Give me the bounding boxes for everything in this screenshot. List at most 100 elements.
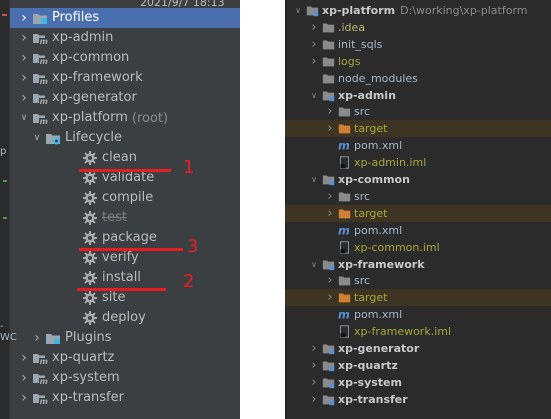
chevron-down-icon[interactable]: ∨ [309, 91, 319, 100]
project-tree-item-init-sqls[interactable]: › init_sqls [285, 36, 551, 53]
maven-tree-item-xp-transfer[interactable]: › m xp-transfer [10, 388, 240, 408]
chevron-right-icon[interactable]: › [18, 30, 30, 46]
chevron-down-icon[interactable]: ∨ [309, 175, 319, 184]
maven-tree-item-xp-generator[interactable]: › m xp-generator [10, 88, 240, 108]
indent: › [10, 50, 30, 66]
tree-item-label: target [354, 122, 388, 136]
module-folder-icon [322, 376, 335, 389]
gear-icon [82, 310, 98, 326]
project-tree-item-src[interactable]: › src [285, 188, 551, 205]
project-tree-item-xp-framework-iml[interactable]: xp-framework.iml [285, 323, 551, 340]
project-tree-item--idea[interactable]: › .idea [285, 19, 551, 36]
red-underline-annotation [79, 169, 171, 172]
chevron-down-icon[interactable]: ∨ [18, 113, 30, 123]
project-tree-item-node-modules[interactable]: node_modules [285, 70, 551, 87]
maven-tree-item-site[interactable]: site [10, 288, 240, 308]
project-tree-item-xp-transfer[interactable]: › xp-transfer [285, 391, 551, 408]
folder-icon [338, 105, 351, 118]
chevron-down-icon[interactable]: ∨ [31, 133, 43, 143]
maven-tree-item-package[interactable]: package [10, 228, 240, 248]
tree-item-label: xp-transfer [338, 392, 408, 406]
project-tree-item-xp-quartz[interactable]: › xp-quartz [285, 357, 551, 374]
change-marker [3, 180, 7, 182]
chevron-down-icon[interactable]: ∨ [309, 260, 319, 269]
chevron-right-icon[interactable]: › [18, 70, 30, 86]
project-tree-item-pom-xml[interactable]: m pom.xml [285, 306, 551, 323]
plugins-folder-icon [45, 330, 61, 346]
project-tree-item-xp-common-iml[interactable]: xp-common.iml [285, 239, 551, 256]
project-tree-item-xp-system[interactable]: › xp-system [285, 374, 551, 391]
svg-text:m: m [40, 377, 48, 386]
chevron-right-icon[interactable]: › [309, 375, 319, 390]
project-tree-item-target[interactable]: › target [285, 289, 551, 307]
chevron-right-icon[interactable]: › [325, 206, 335, 221]
folder-icon [322, 72, 335, 85]
chevron-right-icon[interactable]: › [325, 189, 335, 204]
project-tree-item-xp-framework[interactable]: ∨ xp-framework [285, 256, 551, 273]
maven-tree-item-xp-quartz[interactable]: › m xp-quartz [10, 348, 240, 368]
chevron-right-icon[interactable]: › [309, 37, 319, 52]
change-marker [3, 217, 7, 219]
editor-gutter: p -WC [0, 0, 17, 419]
project-tree-item-xp-admin[interactable]: ∨ xp-admin [285, 87, 551, 104]
project-tree-item-xp-common[interactable]: ∨ xp-common [285, 171, 551, 188]
maven-tree-item-xp-framework[interactable]: › m xp-framework [10, 68, 240, 88]
iml-file-icon [338, 156, 351, 169]
maven-tree-item-install[interactable]: install [10, 268, 240, 288]
maven-tree-item-deploy[interactable]: deploy [10, 308, 240, 328]
maven-tree-item-lifecycle[interactable]: ∨ Lifecycle [10, 128, 240, 148]
chevron-right-icon[interactable]: › [18, 10, 30, 26]
project-tree-item-logs[interactable]: › logs [285, 53, 551, 70]
chevron-right-icon[interactable]: › [309, 392, 319, 407]
indent: › [10, 30, 30, 46]
chevron-right-icon[interactable]: › [18, 390, 30, 406]
maven-tree-item-plugins[interactable]: › Plugins [10, 328, 240, 348]
maven-module-icon: m [32, 90, 48, 106]
maven-tree-item-xp-system[interactable]: › m xp-system [10, 368, 240, 388]
gear-icon [82, 290, 98, 306]
chevron-right-icon[interactable]: › [309, 341, 319, 356]
annotation-number: 1 [183, 157, 195, 178]
project-tree-item-src[interactable]: › src [285, 103, 551, 120]
chevron-right-icon[interactable]: › [18, 50, 30, 66]
maven-tree-item-compile[interactable]: compile [10, 188, 240, 208]
indent: › [10, 10, 30, 26]
chevron-right-icon[interactable]: › [18, 350, 30, 366]
maven-module-icon: m [32, 30, 48, 46]
project-tree-item-target[interactable]: › target [285, 204, 551, 222]
chevron-right-icon[interactable]: › [18, 370, 30, 386]
project-tree-item-pom-xml[interactable]: m pom.xml [285, 137, 551, 154]
chevron-right-icon[interactable]: › [309, 20, 319, 35]
chevron-right-icon[interactable]: › [31, 330, 43, 346]
project-tree-item-pom-xml[interactable]: m pom.xml [285, 222, 551, 239]
maven-tree-item-xp-admin[interactable]: › m xp-admin [10, 28, 240, 48]
chevron-right-icon[interactable]: › [309, 54, 319, 69]
maven-tree-item-xp-common[interactable]: › m xp-common [10, 48, 240, 68]
tree-item-label: target [354, 206, 388, 220]
project-tree-item-target[interactable]: › target [285, 120, 551, 138]
chevron-right-icon[interactable]: › [325, 273, 335, 288]
tree-item-label: package [102, 230, 157, 245]
project-tree-item-src[interactable]: › src [285, 272, 551, 289]
folder-icon [338, 190, 351, 203]
project-tree-item-xp-platform[interactable]: ∨ xp-platform D:\working\xp-platform [285, 2, 551, 19]
maven-tree-item-clean[interactable]: clean [10, 148, 240, 168]
chevron-right-icon[interactable]: › [325, 121, 335, 136]
maven-tree-item-test[interactable]: test [10, 208, 240, 228]
project-tree-item-xp-admin-iml[interactable]: xp-admin.iml [285, 154, 551, 171]
chevron-down-icon[interactable]: ∨ [293, 6, 303, 15]
tree-item-label: xp-platform [322, 4, 396, 17]
tree-item-label: pom.xml [354, 139, 403, 153]
indent: ∨ [10, 133, 43, 143]
maven-tree-item-profiles[interactable]: › Profiles [10, 8, 240, 28]
maven-tree-item-verify[interactable]: verify [10, 248, 240, 268]
chevron-right-icon[interactable]: › [309, 358, 319, 373]
project-tree-item-xp-generator[interactable]: › xp-generator [285, 340, 551, 357]
chevron-right-icon[interactable]: › [325, 104, 335, 119]
red-underline-annotation [77, 288, 166, 291]
maven-tree-item-xp-platform[interactable]: ∨ m xp-platform (root) [10, 108, 240, 128]
maven-module-icon: m [32, 70, 48, 86]
chevron-right-icon[interactable]: › [18, 90, 30, 106]
chevron-right-icon[interactable]: › [325, 290, 335, 305]
lifecycle-folder-icon [45, 130, 61, 146]
